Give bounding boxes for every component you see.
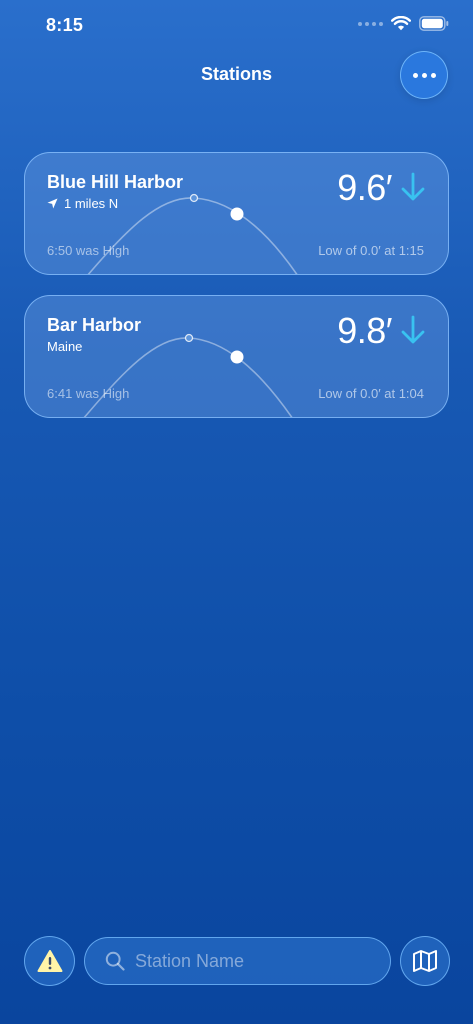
- map-button[interactable]: [400, 936, 450, 986]
- last-tide-event: 6:50 was High: [47, 243, 130, 258]
- current-tide-marker: [230, 207, 244, 221]
- station-distance: 1 miles N: [47, 196, 118, 211]
- status-time: 8:15: [46, 15, 84, 35]
- next-tide-event: Low of 0.0′ at 1:04: [318, 386, 424, 401]
- status-bar: 8:15: [0, 0, 473, 54]
- location-arrow-icon: [47, 198, 58, 209]
- current-tide-height: 9.8′: [337, 310, 392, 351]
- station-name: Bar Harbor: [47, 315, 142, 335]
- next-tide-event: Low of 0.0′ at 1:15: [318, 243, 424, 258]
- map-icon: [413, 950, 437, 972]
- search-icon: [105, 951, 125, 971]
- arrow-down-icon: [401, 172, 425, 201]
- current-tide-height: 9.6′: [337, 167, 392, 208]
- current-tide-marker: [230, 350, 244, 364]
- last-tide-event: 6:41 was High: [47, 386, 130, 401]
- alerts-button[interactable]: [24, 936, 75, 986]
- station-distance-label: 1 miles N: [64, 196, 119, 211]
- arrow-down-icon: [401, 315, 425, 344]
- more-options-button[interactable]: [400, 51, 448, 99]
- station-name: Blue Hill Harbor: [47, 172, 184, 192]
- station-region: Maine: [47, 339, 82, 354]
- signal-dots-icon: [358, 21, 383, 26]
- battery-icon: [419, 16, 449, 31]
- wifi-icon: [391, 16, 411, 31]
- high-tide-marker: [184, 333, 194, 343]
- ellipsis-icon: [412, 72, 436, 78]
- station-card-bar-harbor[interactable]: Bar Harbor Maine 9.8′ 6:41 was High Low …: [24, 295, 449, 418]
- station-search-input[interactable]: [135, 950, 390, 972]
- station-region-label: Maine: [47, 339, 83, 354]
- search-bar[interactable]: [84, 937, 391, 985]
- station-card-blue-hill-harbor[interactable]: Blue Hill Harbor 1 miles N 9.6′ 6:50 was…: [24, 152, 449, 275]
- warning-icon: [37, 950, 62, 972]
- status-icons: [358, 16, 449, 31]
- high-tide-marker: [189, 193, 199, 203]
